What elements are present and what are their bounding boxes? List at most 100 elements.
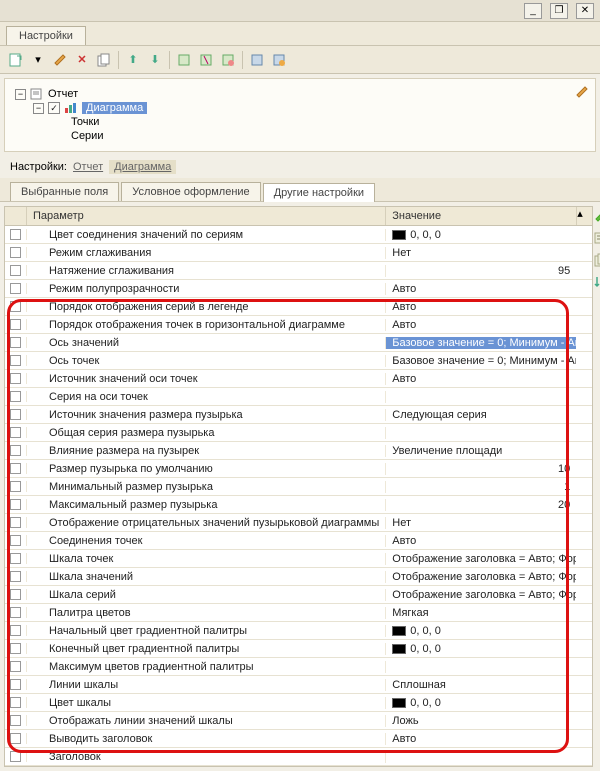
table-row[interactable]: Соединения точекАвто [5,532,592,550]
param-cell[interactable]: Ось точек [27,355,386,367]
table-row[interactable]: Начальный цвет градиентной палитры0, 0, … [5,622,592,640]
table-row[interactable]: Режим сглаживанияНет [5,244,592,262]
table-row[interactable]: Отображение отрицательных значений пузыр… [5,514,592,532]
table-row[interactable]: Влияние размера на пузырекУвеличение пло… [5,442,592,460]
row-checkbox[interactable] [10,661,21,672]
table-row[interactable]: Шкала точекОтображение заголовка = Авто;… [5,550,592,568]
tree-checkbox[interactable] [48,102,60,114]
action3-icon[interactable] [220,52,236,68]
edit-tree-icon[interactable] [575,85,589,99]
table-row[interactable]: Режим полупрозрачностиАвто [5,280,592,298]
value-cell[interactable]: Авто [386,301,576,313]
move-down-icon[interactable]: ⬇ [147,52,163,68]
delete-icon[interactable]: ✕ [74,52,90,68]
collapse-icon[interactable]: − [15,89,26,100]
table-row[interactable]: Отображать линии значений шкалыЛожь [5,712,592,730]
table-row[interactable]: Серия на оси точек [5,388,592,406]
param-cell[interactable]: Соединения точек [27,535,386,547]
table-row[interactable]: Источник значений оси точекАвто [5,370,592,388]
tab-other-settings[interactable]: Другие настройки [263,183,375,202]
param-cell[interactable]: Заголовок [27,751,386,763]
table-row[interactable]: Размер пузырька по умолчанию10 [5,460,592,478]
row-checkbox[interactable] [10,499,21,510]
value-cell[interactable]: Нет [386,247,576,259]
param-cell[interactable]: Палитра цветов [27,607,386,619]
value-cell[interactable]: 0, 0, 0 [386,625,576,637]
param-cell[interactable]: Максимальный размер пузырька [27,499,386,511]
side-prop-icon[interactable] [593,230,600,246]
collapse-icon[interactable]: − [33,103,44,114]
table-row[interactable]: Выводить заголовокАвто [5,730,592,748]
row-checkbox[interactable] [10,229,21,240]
value-cell[interactable]: Отображение заголовка = Авто; Форм... [386,553,576,565]
value-cell[interactable]: Следующая серия [386,409,576,421]
table-row[interactable]: Общая серия размера пузырька [5,424,592,442]
value-cell[interactable]: Ложь [386,715,576,727]
action5-icon[interactable] [271,52,287,68]
param-cell[interactable]: Ось значений [27,337,386,349]
value-cell[interactable]: Увеличение площади [386,445,576,457]
table-row[interactable]: Шкала серийОтображение заголовка = Авто;… [5,586,592,604]
row-checkbox[interactable] [10,733,21,744]
param-cell[interactable]: Влияние размера на пузырек [27,445,386,457]
value-cell[interactable]: Мягкая [386,607,576,619]
table-row[interactable]: Натяжение сглаживания95 [5,262,592,280]
value-cell[interactable]: 0, 0, 0 [386,229,576,241]
param-cell[interactable]: Отображать линии значений шкалы [27,715,386,727]
table-row[interactable]: Палитра цветовМягкая [5,604,592,622]
row-checkbox[interactable] [10,571,21,582]
param-cell[interactable]: Общая серия размера пузырька [27,427,386,439]
param-cell[interactable]: Шкала серий [27,589,386,601]
value-cell[interactable]: 1 [386,481,576,493]
param-cell[interactable]: Источник значений оси точек [27,373,386,385]
scroll-up-icon[interactable]: ▴ [576,207,592,225]
value-cell[interactable]: 95 [386,265,576,277]
row-checkbox[interactable] [10,247,21,258]
side-sort-icon[interactable] [593,274,600,290]
row-checkbox[interactable] [10,301,21,312]
value-cell[interactable]: Авто [386,535,576,547]
table-row[interactable]: Максимум цветов градиентной палитры [5,658,592,676]
value-cell[interactable]: Базовое значение = 0; Минимум - Авто... [386,355,576,367]
value-cell[interactable]: Нет [386,517,576,529]
close-button[interactable]: ✕ [576,3,594,19]
row-checkbox[interactable] [10,265,21,276]
tab-selected-fields[interactable]: Выбранные поля [10,182,119,201]
value-cell[interactable]: 10 [386,463,576,475]
header-param[interactable]: Параметр [27,207,386,225]
param-cell[interactable]: Максимум цветов градиентной палитры [27,661,386,673]
param-cell[interactable]: Цвет соединения значений по сериям [27,229,386,241]
row-checkbox[interactable] [10,553,21,564]
param-cell[interactable]: Размер пузырька по умолчанию [27,463,386,475]
tree-diagram-label[interactable]: Диаграмма [82,102,147,114]
minimize-button[interactable]: _ [524,3,542,19]
maximize-button[interactable]: ❐ [550,3,568,19]
row-checkbox[interactable] [10,445,21,456]
row-checkbox[interactable] [10,625,21,636]
row-checkbox[interactable] [10,319,21,330]
row-checkbox[interactable] [10,391,21,402]
value-cell[interactable]: Авто [386,283,576,295]
table-row[interactable]: Максимальный размер пузырька20 [5,496,592,514]
link-diagram[interactable]: Диаграмма [109,160,176,174]
value-cell[interactable]: 20 [386,499,576,511]
param-cell[interactable]: Серия на оси точек [27,391,386,403]
table-row[interactable]: Порядок отображения серий в легендеАвто [5,298,592,316]
row-checkbox[interactable] [10,697,21,708]
param-cell[interactable]: Шкала значений [27,571,386,583]
table-row[interactable]: Конечный цвет градиентной палитры0, 0, 0 [5,640,592,658]
param-cell[interactable]: Шкала точек [27,553,386,565]
table-row[interactable]: Шкала значенийОтображение заголовка = Ав… [5,568,592,586]
side-copy-icon[interactable] [593,252,600,268]
param-cell[interactable]: Источник значения размера пузырька [27,409,386,421]
action2-icon[interactable] [198,52,214,68]
edit-icon[interactable] [52,52,68,68]
row-checkbox[interactable] [10,751,21,762]
value-cell[interactable]: 0, 0, 0 [386,643,576,655]
table-row[interactable]: Заголовок [5,748,592,766]
row-checkbox[interactable] [10,589,21,600]
row-checkbox[interactable] [10,283,21,294]
value-cell[interactable]: Отображение заголовка = Авто; Форм... [386,571,576,583]
param-cell[interactable]: Линии шкалы [27,679,386,691]
tab-settings[interactable]: Настройки [6,26,86,45]
